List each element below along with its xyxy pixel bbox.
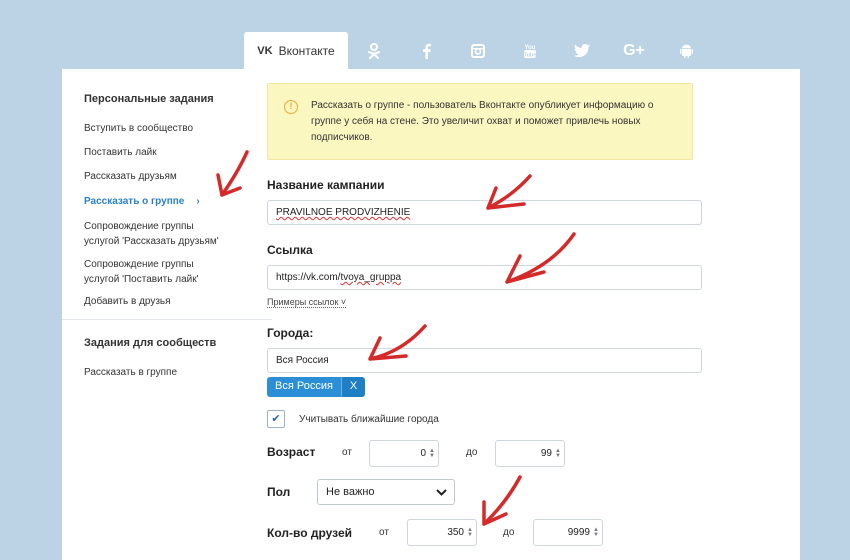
android-icon [679,44,693,58]
sidebar-item-tell-friends[interactable]: Рассказать друзьям [84,169,177,184]
friends-count-label: Кол-во друзей [267,526,353,540]
friends-to-input[interactable]: 9999 ▲ ▼ [533,519,603,546]
tab-google-plus[interactable]: G+ [608,32,660,69]
link-examples-toggle[interactable]: Примеры ссылок ˅ [267,297,347,308]
sidebar-item-tell-in-group[interactable]: Рассказать в группе [84,365,177,380]
sidebar-heading-community: Задания для сообществ [84,337,217,349]
sidebar-item-like[interactable]: Поставить лайк [84,145,157,160]
sidebar: Персональные задания Вступить в сообщест… [62,69,272,560]
link-value-prefix: https://vk.com/ [276,272,341,283]
link-value-slug: tvoya_gruppa [340,272,402,283]
city-tag: Вся Россия X [267,377,366,397]
notice-text: Рассказать о группе - пользователь Вконт… [311,100,654,143]
friends-from-label: от [379,527,389,538]
sidebar-item-add-friends[interactable]: Добавить в друзья [84,294,171,309]
sidebar-heading-personal: Персональные задания [84,93,214,105]
city-tag-label: Вся Россия [267,377,341,397]
nearby-cities-checkbox[interactable]: ✔ [267,410,285,428]
svg-text:Tube: Tube [524,52,537,58]
sidebar-item-tell-about-group[interactable]: Рассказать о группе › [84,194,200,209]
sidebar-divider [62,319,272,320]
instagram-icon [471,43,485,58]
sidebar-item-support-tell-friends[interactable]: Сопровождение группы услугой 'Рассказать… [84,219,219,249]
google-plus-icon: G+ [623,41,645,59]
sex-label: Пол [267,485,291,499]
tab-vkontakte-label: Вконтакте [278,43,335,58]
campaign-name-value: PRAVILNOE PRODVIZHENIE [276,207,411,218]
spinner-icon: ▲ ▼ [467,527,473,538]
tab-facebook[interactable] [400,32,452,69]
cities-input[interactable]: Вся Россия [267,348,702,373]
friends-from-value: 350 [447,527,464,538]
tab-twitter[interactable] [556,32,608,69]
chevron-down-icon [436,485,447,502]
social-tabs: VK Вконтакте You Tube G+ [244,32,712,69]
friends-to-value: 9999 [567,527,590,538]
facebook-icon [422,43,431,59]
chevron-right-icon: › [196,196,200,207]
age-to-label: до [466,447,478,458]
link-input[interactable]: https://vk.com/tvoya_gruppa [267,265,702,290]
sidebar-item-label: услугой 'Рассказать друзьям' [84,236,219,247]
nearby-cities-label: Учитывать ближайшие города [299,414,439,425]
sidebar-item-label: Сопровождение группы [84,259,194,270]
friends-from-input[interactable]: 350 ▲ ▼ [407,519,477,546]
sidebar-item-label: услугой 'Поставить лайк' [84,274,199,285]
spinner-icon: ▲ ▼ [593,527,599,538]
link-label: Ссылка [267,243,313,257]
warning-icon: ! [284,100,298,114]
tab-odnoklassniki[interactable] [348,32,400,69]
cities-value: Вся Россия [276,355,329,366]
campaign-name-label: Название кампании [267,178,385,192]
spinner-icon: ▲ ▼ [429,448,435,459]
sidebar-item-join-community[interactable]: Вступить в сообщество [84,121,193,136]
odnoklassniki-icon [368,42,380,59]
sidebar-item-label: Рассказать о группе [84,196,185,207]
cities-label: Города: [267,326,314,340]
tab-vkontakte[interactable]: VK Вконтакте [244,32,348,69]
sex-select-value: Не важно [326,486,375,498]
tab-instagram[interactable] [452,32,504,69]
sidebar-item-label: Сопровождение группы [84,221,194,232]
age-label: Возраст [267,445,316,459]
youtube-icon: YouTube [524,45,537,59]
sidebar-item-support-like[interactable]: Сопровождение группы услугой 'Поставить … [84,257,199,287]
age-from-value: 0 [420,448,426,459]
tab-youtube[interactable]: You Tube [504,32,556,69]
campaign-form: ! Рассказать о группе - пользователь Вко… [267,69,800,560]
sex-select[interactable]: Не важно [317,479,455,505]
friends-to-label: до [503,527,515,538]
age-from-input[interactable]: 0 ▲ ▼ [369,440,439,467]
age-from-label: от [342,447,352,458]
vk-logo-icon: VK [257,44,273,57]
city-tag-remove-button[interactable]: X [340,377,366,397]
tab-android[interactable] [660,32,712,69]
age-to-value: 99 [540,448,552,459]
age-to-input[interactable]: 99 ▲ ▼ [495,440,565,467]
info-notice: ! Рассказать о группе - пользователь Вко… [267,83,693,160]
content-panel: Персональные задания Вступить в сообщест… [62,69,800,560]
twitter-icon [574,44,590,57]
spinner-icon: ▲ ▼ [555,448,561,459]
campaign-name-input[interactable]: PRAVILNOE PRODVIZHENIE [267,200,702,225]
